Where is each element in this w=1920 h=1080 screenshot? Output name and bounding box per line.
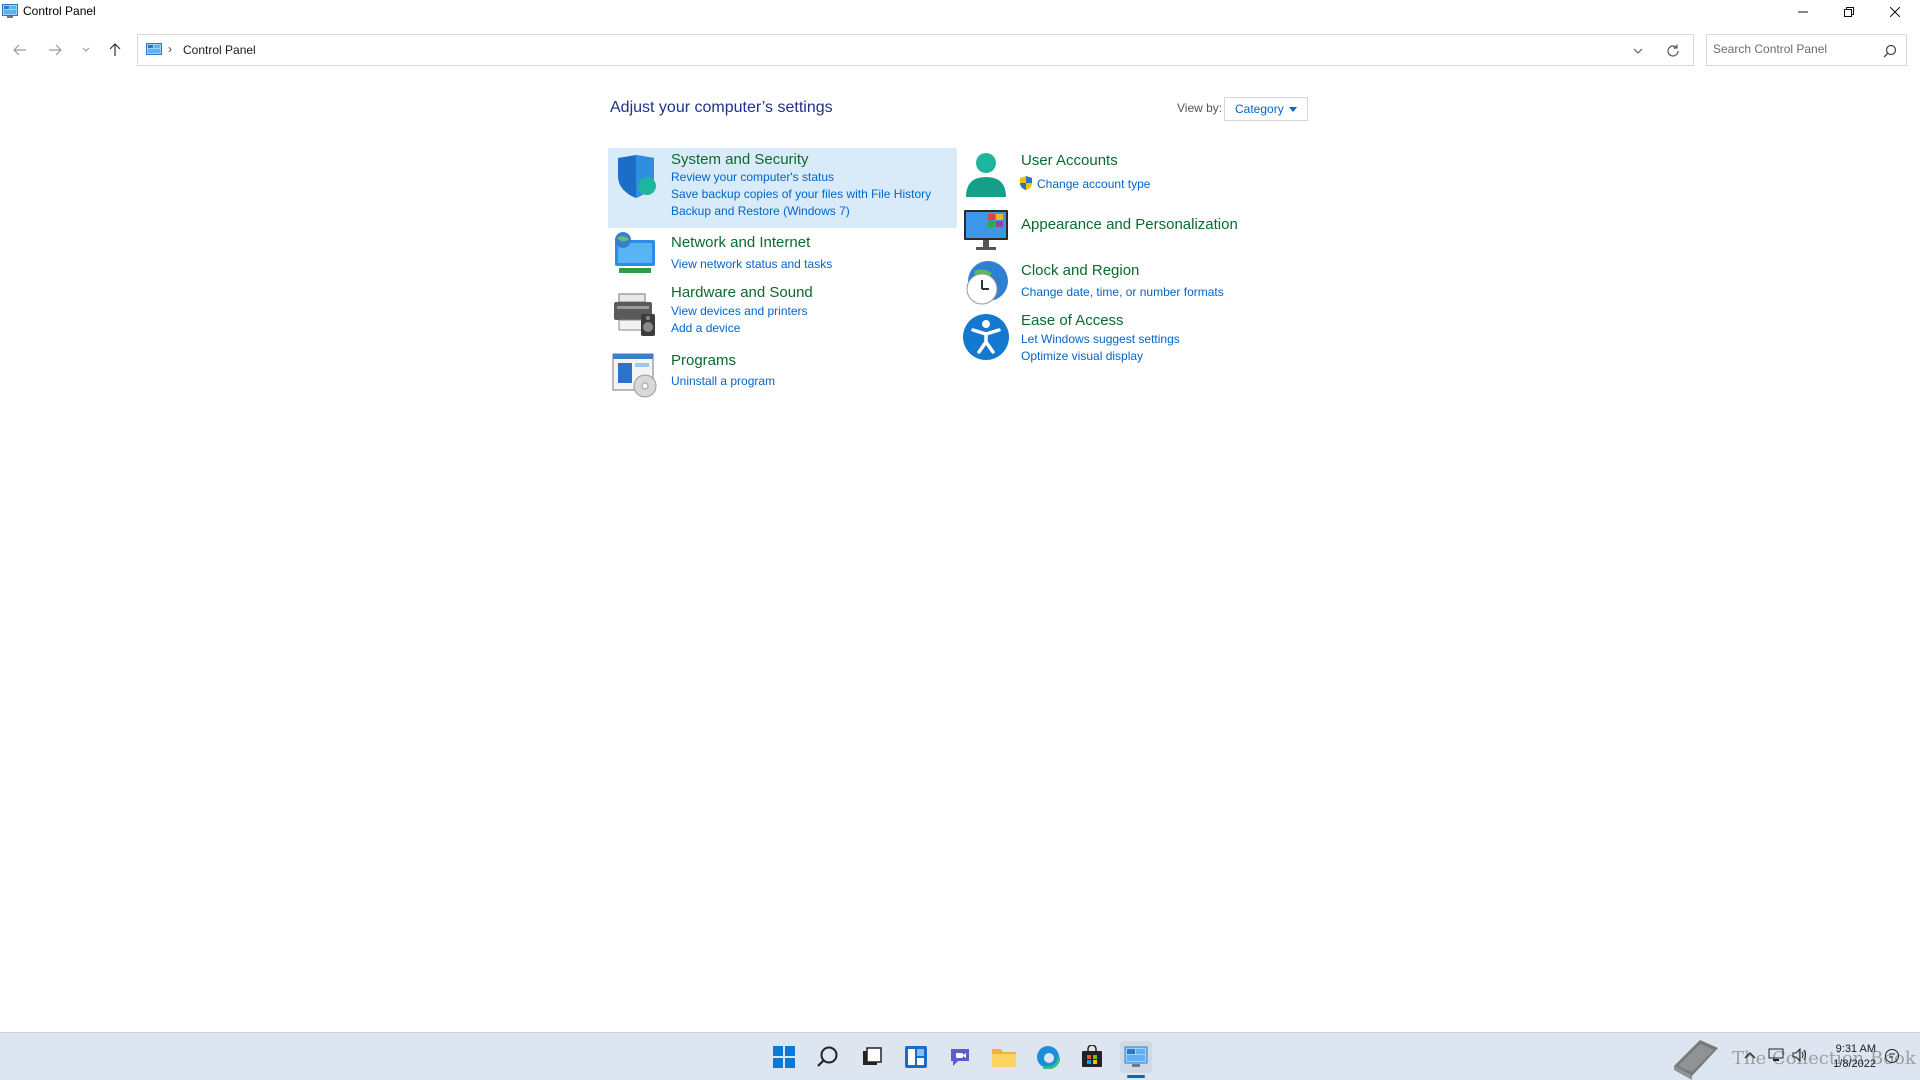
start-icon [773,1046,795,1068]
category-title[interactable]: Programs [671,352,736,369]
category-link[interactable]: Review your computer's status [671,170,834,184]
uac-shield-icon [1020,176,1032,190]
widgets-icon [905,1046,927,1068]
network-globe-icon [615,232,655,273]
network-icon[interactable] [1768,1048,1784,1062]
task-view-button[interactable] [856,1041,888,1073]
user-icon [966,153,1006,197]
system-clock[interactable]: 9:31 AM 1/8/2022 [1833,1042,1876,1072]
refresh-icon[interactable] [1665,43,1681,59]
edge-icon [1036,1045,1060,1069]
store-icon [1082,1045,1102,1067]
edge-button[interactable] [1032,1041,1064,1073]
category-link[interactable]: Backup and Restore (Windows 7) [671,204,850,218]
forward-button[interactable] [45,40,65,60]
search-box[interactable] [1706,34,1907,66]
address-dropdown-icon[interactable] [1631,44,1645,58]
chevron-down-icon [82,47,90,52]
category-link[interactable]: View devices and printers [671,304,808,318]
clock-time: 9:31 AM [1835,1043,1876,1055]
volume-icon[interactable] [1792,1048,1808,1062]
view-by-label: View by: [1177,101,1223,115]
title-bar: Control Panel [0,0,1920,24]
search-icon [817,1046,838,1067]
chevron-up-icon[interactable] [1744,1050,1756,1060]
clock-date: 1/8/2022 [1833,1058,1876,1070]
taskbar: The Collection Book 9:31 AM 1/8/2022 [0,1032,1920,1080]
widgets-button[interactable] [900,1041,932,1073]
taskbar-search-button[interactable] [812,1041,844,1073]
book-logo-icon [1674,1040,1718,1080]
close-icon [1890,7,1900,17]
chat-icon [951,1049,969,1066]
close-button[interactable] [1872,0,1918,24]
category-link[interactable]: Change date, time, or number formats [1021,285,1224,299]
category-title[interactable]: User Accounts [1021,152,1118,169]
search-input[interactable] [1713,42,1873,56]
category-link[interactable]: Uninstall a program [671,374,775,388]
window-title: Control Panel [23,4,96,18]
arrow-left-icon [13,44,26,56]
control-panel-icon [2,4,18,18]
category-clock-region[interactable]: Clock and Region Change date, time, or n… [958,258,1318,310]
category-hardware-sound[interactable]: Hardware and Sound View devices and prin… [608,280,957,340]
category-link[interactable]: Change account type [1037,177,1150,191]
breadcrumb[interactable]: Control Panel [183,43,256,57]
back-button[interactable] [10,40,30,60]
view-by-select[interactable]: Category [1224,97,1308,121]
clock-globe-icon [966,261,1008,305]
task-view-icon [863,1047,882,1065]
page-title: Adjust your computer’s settings [610,99,833,116]
notifications-icon[interactable] [1884,1048,1900,1064]
category-ease-of-access[interactable]: Ease of Access Let Windows suggest setti… [958,310,1318,368]
minimize-icon [1798,11,1808,13]
category-title[interactable]: Ease of Access [1021,312,1124,329]
monitor-palette-icon [964,210,1008,250]
restore-icon [1844,7,1854,17]
category-link[interactable]: Let Windows suggest settings [1021,332,1180,346]
control-panel-icon [146,43,162,55]
view-by-value: Category [1235,102,1284,116]
recent-locations-button[interactable] [76,40,96,60]
search-icon[interactable] [1883,44,1897,58]
control-panel-icon [1124,1046,1148,1067]
category-user-accounts[interactable]: User Accounts Change account type [958,148,1318,204]
category-title[interactable]: Network and Internet [671,234,810,251]
file-explorer-button[interactable] [988,1041,1020,1073]
category-title[interactable]: Hardware and Sound [671,284,813,301]
category-title[interactable]: System and Security [671,151,809,168]
category-programs[interactable]: Programs Uninstall a program [608,348,957,400]
up-button[interactable] [105,40,125,60]
arrow-right-icon [49,44,62,56]
category-appearance[interactable]: Appearance and Personalization [958,206,1318,252]
arrow-up-icon [109,43,121,56]
shield-icon [618,155,656,198]
category-title[interactable]: Clock and Region [1021,262,1139,279]
start-button[interactable] [768,1041,800,1073]
active-app-indicator [1127,1075,1145,1078]
chevron-right-icon[interactable]: › [168,42,172,56]
chat-button[interactable] [944,1041,976,1073]
restore-button[interactable] [1826,0,1872,24]
category-link[interactable]: Optimize visual display [1021,349,1143,363]
category-system-security[interactable]: System and Security Review your computer… [608,148,957,228]
category-link[interactable]: Add a device [671,321,740,335]
category-network-internet[interactable]: Network and Internet View network status… [608,230,957,280]
category-title[interactable]: Appearance and Personalization [1021,216,1238,233]
category-link[interactable]: View network status and tasks [671,257,832,271]
printer-speaker-icon [614,293,655,336]
category-link[interactable]: Save backup copies of your files with Fi… [671,187,931,201]
programs-disc-icon [612,353,657,398]
accessibility-icon [963,314,1009,360]
minimize-button[interactable] [1780,0,1826,24]
store-button[interactable] [1076,1041,1108,1073]
caret-down-icon [1289,107,1297,112]
control-panel-taskbar-button[interactable] [1120,1041,1152,1073]
address-bar[interactable]: › Control Panel [137,34,1694,66]
file-explorer-icon [992,1049,1016,1067]
